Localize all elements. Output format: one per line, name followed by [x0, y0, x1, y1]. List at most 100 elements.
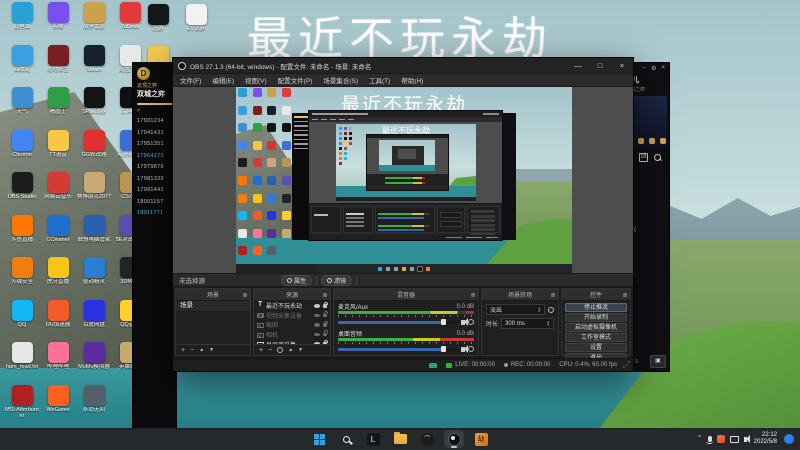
desktop-icon[interactable]: 迅游 — [140, 4, 176, 32]
panel-menu-icon[interactable] — [243, 293, 247, 297]
desktop-icon[interactable]: 绝地求生 — [40, 45, 76, 88]
window-control-icon[interactable]: ⚙ — [651, 65, 656, 72]
menu-item[interactable]: 场景集合(S) — [323, 75, 358, 85]
lock-icon[interactable] — [323, 342, 327, 344]
menu-item[interactable]: 视图(V) — [245, 75, 267, 85]
display-icon[interactable] — [730, 436, 739, 443]
source-properties-icon[interactable] — [277, 347, 283, 353]
list-item[interactable]: 17931234 — [133, 116, 177, 128]
clock[interactable]: 22:12 2022/5/8 — [754, 432, 777, 446]
speaker-icon[interactable] — [744, 437, 747, 442]
window-control-button[interactable]: — — [567, 58, 589, 73]
control-button[interactable]: 开始录制 — [565, 313, 627, 322]
speaker-icon[interactable] — [461, 320, 465, 325]
desktop-icon[interactable]: 百度网盘 — [76, 300, 112, 343]
desktop-icon[interactable]: Steam — [76, 45, 112, 88]
desktop-icon[interactable]: TT语音 — [40, 130, 76, 173]
desktop-icon[interactable]: 天气 — [4, 87, 40, 130]
obs-title-bar[interactable]: OBS 27.1.3 (64-bit, windows) - 配置文件: 未命名… — [173, 58, 633, 74]
panel-menu-icon[interactable] — [471, 293, 475, 297]
source-row[interactable]: 相机 — [254, 330, 330, 340]
lock-icon[interactable] — [323, 323, 327, 327]
eye-icon[interactable] — [314, 314, 320, 318]
speaker-icon[interactable] — [461, 347, 465, 352]
desktop-icon[interactable]: QQ — [4, 300, 40, 343]
transition-select[interactable]: 淡出 ▲▼ — [486, 304, 545, 315]
desktop-icon[interactable]: OBS Studio — [4, 172, 40, 215]
add-source-button[interactable]: + — [259, 347, 263, 354]
control-button[interactable]: 工作室模式 — [565, 333, 627, 342]
taskbar-app-uu[interactable] — [417, 430, 437, 448]
layers-icon[interactable]: 1B — [639, 153, 648, 162]
control-button[interactable]: 设置 — [565, 343, 627, 352]
notification-badge[interactable] — [784, 434, 794, 444]
obs-window[interactable]: OBS 27.1.3 (64-bit, windows) - 配置文件: 未命名… — [172, 57, 634, 372]
tft-id-list-window[interactable]: D 云顶之弈 双城之弈 # 17931234179414311795135117… — [132, 62, 177, 428]
window-control-icon[interactable]: – — [643, 65, 646, 72]
list-item[interactable]: 17964173 — [133, 151, 177, 163]
menu-item[interactable]: 编辑(E) — [212, 75, 234, 85]
resize-grip[interactable] — [623, 361, 630, 368]
list-item[interactable]: 17951351 — [133, 139, 177, 151]
desktop-icon[interactable]: GG修改器 — [76, 130, 112, 173]
taskbar-app-obs[interactable] — [444, 430, 464, 448]
eye-icon[interactable] — [314, 333, 320, 337]
desktop-icon[interactable]: 赛博朋克2077 — [76, 172, 112, 215]
desktop-icon[interactable]: UU加速器 — [40, 300, 76, 343]
microphone-icon[interactable] — [708, 436, 712, 442]
tray-overflow-chevron-icon[interactable]: ⌃ — [697, 434, 703, 442]
move-down-button[interactable]: ▼ — [298, 347, 303, 353]
move-down-button[interactable]: ▼ — [209, 347, 214, 353]
eye-icon[interactable] — [314, 304, 320, 308]
desktop-icon[interactable]: ham_read.txt — [4, 342, 40, 385]
desktop-icon[interactable]: 此电脑 — [4, 2, 40, 45]
remove-source-button[interactable]: − — [268, 347, 272, 354]
menu-item[interactable]: 文件(F) — [180, 75, 201, 85]
move-up-button[interactable]: ▲ — [288, 347, 293, 353]
desktop-icon[interactable]: 网易云音乐 — [40, 172, 76, 215]
list-item[interactable]: 18001157 — [133, 197, 177, 209]
control-button[interactable]: 停止推流 — [565, 303, 627, 312]
panel-menu-icon[interactable] — [323, 293, 327, 297]
start-button[interactable] — [309, 430, 329, 448]
eye-icon[interactable] — [314, 323, 320, 327]
taskbar-app-naraka[interactable]: 劫 — [471, 430, 491, 448]
desktop-icon[interactable]: MSI Afterburner — [4, 385, 40, 428]
desktop-icon[interactable]: 永劫无间 — [76, 385, 112, 428]
panel-menu-icon[interactable] — [623, 293, 627, 297]
window-control-button[interactable]: □ — [589, 58, 611, 73]
desktop-icon[interactable]: WeGame — [40, 385, 76, 428]
desktop-icon[interactable]: 看图王 — [40, 87, 76, 130]
search-button[interactable] — [336, 430, 356, 448]
gear-icon[interactable] — [468, 319, 474, 325]
stepper-icon[interactable]: ▲▼ — [547, 321, 550, 326]
transition-duration-input[interactable]: 300 ms ▲▼ — [501, 318, 554, 329]
gear-icon[interactable] — [468, 346, 474, 352]
transition-gear-icon[interactable] — [548, 307, 554, 313]
desktop-icon[interactable]: Chrome — [4, 130, 40, 173]
file-explorer-button[interactable] — [390, 430, 410, 448]
menu-item[interactable]: 配置文件(P) — [278, 75, 313, 85]
desktop-icon[interactable]: 剪映 — [40, 2, 76, 45]
filters-button[interactable]: 滤镜 — [321, 275, 352, 286]
desktop-icon[interactable]: CCleaner — [40, 215, 76, 258]
list-item[interactable]: 17979876 — [133, 162, 177, 174]
menu-item[interactable]: 帮助(H) — [401, 75, 423, 85]
desktop-icon[interactable]: 斗鱼直播 — [4, 215, 40, 258]
launcher-settings-button[interactable]: ▣ — [650, 355, 666, 368]
move-up-button[interactable]: ▲ — [199, 347, 204, 353]
panel-menu-icon[interactable] — [551, 293, 555, 297]
desktop-icon[interactable]: 回收站 — [4, 45, 40, 88]
lock-icon[interactable] — [323, 333, 327, 337]
list-item[interactable]: 17941431 — [133, 128, 177, 140]
scene-item[interactable]: 场景 — [176, 301, 250, 311]
source-row[interactable]: 截图 — [254, 320, 330, 330]
slider-handle[interactable] — [441, 346, 446, 352]
window-control-button[interactable]: × — [611, 58, 633, 73]
list-item[interactable]: 18011771 — [133, 208, 177, 220]
volume-slider[interactable] — [338, 321, 458, 324]
source-row[interactable]: 最近不玩永劫 — [254, 301, 330, 311]
list-item[interactable]: 17981339 — [133, 174, 177, 186]
desktop-icon[interactable]: 驱动精灵 — [76, 257, 112, 300]
menu-item[interactable]: 工具(T) — [369, 75, 390, 85]
